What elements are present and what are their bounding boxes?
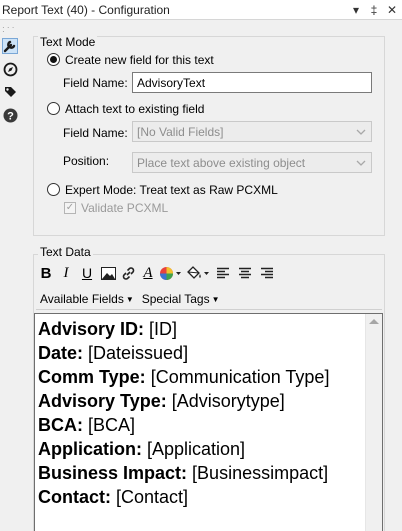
line-label: Comm Type: xyxy=(38,367,146,387)
line-label: Date: xyxy=(38,343,84,363)
scroll-up-icon[interactable] xyxy=(369,319,379,324)
attach-field-name-select[interactable]: [No Valid Fields] xyxy=(132,121,372,142)
chevron-down-icon xyxy=(356,129,366,135)
text-mode-heading: Text Mode xyxy=(38,35,98,49)
field-name-label: Field Name: xyxy=(63,76,128,90)
line-field: [Dateissued] xyxy=(83,343,189,363)
create-new-field-radio[interactable] xyxy=(47,53,60,66)
attach-field-name-value: [No Valid Fields] xyxy=(137,125,224,139)
validate-pcxml-label: Validate PCXML xyxy=(81,201,169,215)
line-label: Advisory ID: xyxy=(38,319,145,339)
insert-image-button[interactable] xyxy=(98,263,118,283)
expert-mode-radio[interactable] xyxy=(47,183,60,196)
window-title: Report Text (40) - Configuration xyxy=(2,2,170,17)
insert-link-button[interactable] xyxy=(118,263,138,283)
color-wheel-icon xyxy=(160,266,181,280)
attach-existing-field-radio[interactable] xyxy=(47,102,60,115)
underline-button[interactable]: U xyxy=(76,263,98,283)
chevron-down-icon xyxy=(356,160,366,166)
field-name-input[interactable]: AdvisoryText xyxy=(132,72,372,93)
window-titlebar: Report Text (40) - Configuration ▾ ‡ ✕ xyxy=(0,0,402,20)
window-controls: ▾ ‡ ✕ xyxy=(350,2,398,18)
fill-color-button[interactable] xyxy=(184,263,212,283)
text-data-heading: Text Data xyxy=(38,245,93,259)
text-editor[interactable]: Advisory ID: [ID] Date: [Dateissued] Com… xyxy=(34,313,383,531)
line-field: [Communication Type] xyxy=(145,367,330,387)
available-fields-label: Available Fields xyxy=(40,291,124,306)
attach-field-name-label: Field Name: xyxy=(63,126,128,140)
italic-button[interactable]: I xyxy=(56,263,76,283)
image-icon xyxy=(100,266,116,280)
help-icon[interactable]: ? xyxy=(2,107,18,123)
line-field: [Contact] xyxy=(111,487,189,507)
position-value: Place text above existing object xyxy=(137,156,306,170)
editor-line: Comm Type: [Communication Type] xyxy=(38,365,364,389)
editor-line: Business Impact: [Businessimpact] xyxy=(38,461,364,485)
link-icon xyxy=(122,266,134,280)
editor-line: Advisory ID: [ID] xyxy=(38,317,364,341)
position-label: Position: xyxy=(63,154,110,168)
line-label: Advisory Type: xyxy=(38,391,167,411)
position-select[interactable]: Place text above existing object xyxy=(132,152,372,173)
bold-button[interactable]: B xyxy=(36,263,56,283)
font-icon: A xyxy=(143,264,153,281)
editor-content[interactable]: Advisory ID: [ID] Date: [Dateissued] Com… xyxy=(38,317,364,509)
attach-existing-field-label: Attach text to existing field xyxy=(65,102,205,116)
editor-line: Date: [Dateissued] xyxy=(38,341,364,365)
create-new-field-label: Create new field for this text xyxy=(65,53,214,67)
line-field: [Advisorytype] xyxy=(166,391,285,411)
close-icon[interactable]: ✕ xyxy=(386,2,398,18)
line-field: [Businessimpact] xyxy=(187,463,329,483)
line-label: BCA: xyxy=(38,415,83,435)
editor-line: Advisory Type: [Advisorytype] xyxy=(38,389,364,413)
available-fields-menu[interactable]: Available Fields ▼ xyxy=(36,292,138,306)
line-field: [ID] xyxy=(144,319,178,339)
align-left-button[interactable] xyxy=(212,263,234,283)
compass-icon[interactable] xyxy=(2,61,18,77)
special-tags-label: Special Tags xyxy=(141,291,210,306)
tool-strip: · · · · ? xyxy=(0,22,22,531)
line-label: Application: xyxy=(38,439,142,459)
insert-menus: Available Fields ▼ Special Tags ▼ xyxy=(36,288,382,310)
tag-icon[interactable] xyxy=(2,84,18,100)
font-button[interactable]: A xyxy=(138,263,158,283)
editor-scrollbar[interactable] xyxy=(365,314,382,531)
validate-pcxml-checkbox[interactable]: ✓ xyxy=(64,202,76,214)
text-color-button[interactable] xyxy=(158,263,184,283)
expert-mode-label: Expert Mode: Treat text as Raw PCXML xyxy=(65,183,278,197)
line-label: Business Impact: xyxy=(38,463,188,483)
align-right-button[interactable] xyxy=(256,263,278,283)
editor-line: Contact: [Contact] xyxy=(38,485,364,509)
editor-line: BCA: [BCA] xyxy=(38,413,364,437)
line-field: [BCA] xyxy=(83,415,136,435)
align-center-button[interactable] xyxy=(234,263,256,283)
special-tags-menu[interactable]: Special Tags ▼ xyxy=(138,292,224,306)
paint-bucket-icon xyxy=(187,266,209,279)
align-center-icon xyxy=(239,267,251,279)
grip-dots: · · · · xyxy=(2,23,15,36)
line-label: Contact: xyxy=(38,487,111,507)
formatting-toolbar: B I U A xyxy=(36,262,382,284)
italic-icon: I xyxy=(63,264,69,281)
wrench-icon[interactable] xyxy=(2,38,18,54)
align-right-icon xyxy=(261,267,273,279)
align-left-icon xyxy=(217,267,229,279)
dropdown-arrow-icon: ▼ xyxy=(211,294,220,304)
line-field: [Application] xyxy=(142,439,246,459)
dropdown-icon[interactable]: ▾ xyxy=(350,2,362,18)
bold-icon: B xyxy=(40,264,52,282)
svg-text:?: ? xyxy=(7,110,14,122)
underline-icon: U xyxy=(81,265,93,281)
pin-icon[interactable]: ‡ xyxy=(368,2,380,18)
dropdown-arrow-icon: ▼ xyxy=(125,294,134,304)
editor-line: Application: [Application] xyxy=(38,437,364,461)
